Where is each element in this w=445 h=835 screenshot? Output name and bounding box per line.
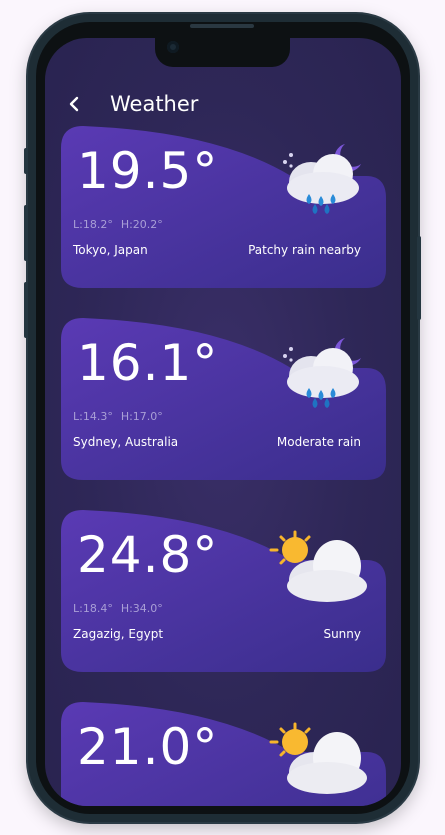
app-header: Weather <box>45 86 401 126</box>
temperature: 19.5° <box>77 142 219 200</box>
condition-text: Patchy rain nearby <box>248 243 361 257</box>
low-high: L:18.4° H:34.0° <box>73 602 171 616</box>
low-temp: L:18.2° <box>73 218 113 231</box>
rain-night-cloud-icon <box>283 338 361 408</box>
city-name: Zagazig, Egypt <box>73 627 164 641</box>
app-screen: Weather 19.5° L:18.2° H:20.2° Tokyo, Japa… <box>45 38 401 806</box>
low-temp: L:18.4° <box>73 602 113 615</box>
temperature: 24.8° <box>77 526 219 584</box>
high-temp: H:17.0° <box>120 410 163 423</box>
weather-card-zagazig[interactable]: 24.8° L:18.4° H:34.0° Zagazig, Egypt Sunn… <box>61 502 386 676</box>
speaker-grille <box>190 24 254 28</box>
city-name: Sydney, Australia <box>73 435 179 449</box>
side-button-volume-up <box>24 205 28 261</box>
temperature: 21.0° <box>77 718 219 776</box>
city-name: Tokyo, Japan <box>73 243 148 257</box>
weather-card-4[interactable]: 21.0° <box>61 694 386 806</box>
back-button[interactable] <box>63 92 87 116</box>
chevron-left-icon <box>69 96 79 112</box>
side-button-silent <box>24 148 28 174</box>
condition-text: Moderate rain <box>276 435 361 449</box>
condition-text: Sunny <box>323 627 361 641</box>
low-high: L:18.2° H:20.2° <box>73 218 171 232</box>
weather-card-sydney[interactable]: 16.1° L:14.3° H:17.0° Sydney, Australia M… <box>61 310 386 484</box>
side-button-power <box>417 236 421 320</box>
sun-cloud-icon <box>269 722 367 794</box>
side-button-volume-down <box>24 282 28 338</box>
front-camera <box>167 41 179 53</box>
weather-card-tokyo[interactable]: 19.5° L:18.2° H:20.2° Tokyo, Japan Patchy… <box>61 118 386 292</box>
rain-night-cloud-icon <box>283 144 361 214</box>
low-high: L:14.3° H:17.0° <box>73 410 171 424</box>
high-temp: H:34.0° <box>120 602 163 615</box>
high-temp: H:20.2° <box>120 218 163 231</box>
page-title: Weather <box>110 92 199 116</box>
low-temp: L:14.3° <box>73 410 113 423</box>
sun-cloud-icon <box>269 530 367 602</box>
temperature: 16.1° <box>77 334 219 392</box>
